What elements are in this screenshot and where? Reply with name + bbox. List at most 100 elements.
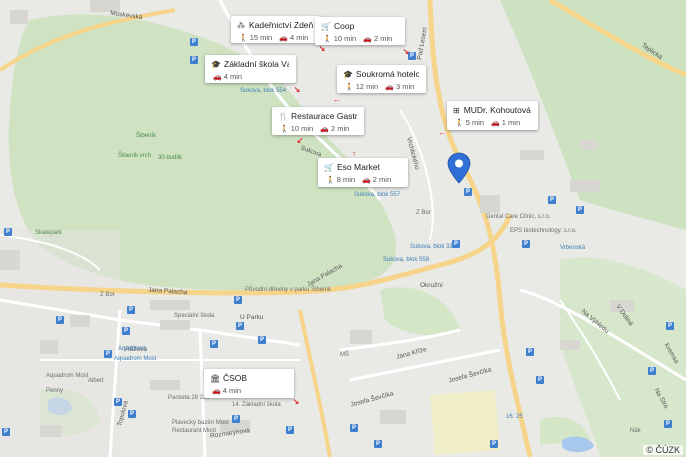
parking-icon: P	[190, 56, 198, 64]
poi-card-kadernictvi[interactable]: ⁂ Kadeřnictví Zdeň… 🚶15 min 🚗4 min	[231, 16, 321, 43]
direction-arrow-icon: ↘	[293, 85, 301, 94]
road-major	[298, 309, 332, 457]
parking-icon: P	[666, 322, 674, 330]
parking-icon: P	[548, 196, 556, 204]
parking-icon: P	[664, 420, 672, 428]
direction-arrow-icon: ←	[333, 95, 341, 104]
parking-icon: P	[232, 415, 240, 423]
walk-icon: 🚶	[326, 177, 335, 184]
poi-label-restaurant-most: Restaurant Most	[172, 428, 217, 434]
poi-label-aquadrom-most: Aquadrom Most	[114, 356, 157, 362]
bus-stop-label: Sukova, blok 554	[240, 88, 287, 94]
parking-icon: P	[490, 440, 498, 448]
poi-label-sibenik-vrch: Šibeník vrch	[118, 153, 152, 159]
drive-time: 1 min	[501, 118, 521, 127]
car-icon: 🚗	[212, 388, 221, 395]
poi-label-ms: MŠ	[340, 352, 349, 358]
bus-stop-label: Sukova, blok 558	[383, 257, 430, 263]
parking-icon: P	[526, 348, 534, 356]
drive-time: 2 min	[372, 175, 392, 184]
direction-arrow-icon: ←	[438, 128, 446, 137]
drive-time: 4 min	[289, 33, 309, 42]
parking-icon: P	[648, 367, 656, 375]
parking-icon: P	[452, 240, 460, 248]
poi-label-zakladni-skola: 14. Základní škola	[232, 402, 281, 408]
parking-icon: P	[4, 228, 12, 236]
drive-time: 4 min	[222, 386, 242, 395]
poi-label-penny: Penny	[46, 388, 64, 394]
school-icon: 🎓	[211, 59, 221, 69]
street-label-u-parku: U Parku	[240, 314, 264, 321]
parking-icon: P	[236, 322, 244, 330]
poi-label-budlik: 30 budlik	[158, 155, 183, 161]
school-icon: 🎓	[343, 69, 353, 79]
poi-card-mudr-kohoutova[interactable]: ⊞MUDr. Kohoutová… 🚶5 min 🚗1 min	[447, 101, 538, 130]
car-icon: 🚗	[320, 126, 329, 133]
walk-icon: 🚶	[345, 84, 354, 91]
poi-label-zbor: Z Bor	[100, 292, 115, 298]
poi-label-skatepark: Skatepark	[35, 230, 63, 236]
poi-card-csob[interactable]: 🏛 ČSOB 🚗 4 min	[204, 369, 294, 398]
parking-icon: P	[536, 376, 544, 384]
poi-label-aquadrom-most-2: Aquadrom Most	[46, 373, 89, 379]
drive-time: 2 min	[373, 34, 393, 43]
direction-arrow-icon: ↑	[352, 149, 356, 158]
car-icon: 🚗	[362, 177, 371, 184]
walk-time: 8 min	[336, 175, 356, 184]
walk-icon: 🚶	[280, 126, 289, 133]
poi-label-dental: Dental Care Clinic, s.r.o.	[486, 214, 551, 220]
cart-icon: 🛒	[321, 21, 331, 31]
poi-name: ČSOB	[223, 373, 248, 383]
parking-icon: P	[2, 428, 10, 436]
car-icon: 🚗	[385, 84, 394, 91]
parking-icon: P	[190, 38, 198, 46]
parking-icon: P	[258, 336, 266, 344]
car-icon: 🚗	[363, 36, 372, 43]
bus-stop-label: Sukova, blok 557	[354, 192, 401, 198]
poi-label-zbor2: Z Bor	[416, 210, 431, 216]
drive-time: 2 min	[330, 124, 350, 133]
car-icon: 🚗	[213, 74, 222, 81]
poi-label-puvodni-dreviny: Původní dřeviny v parku Šibeník	[245, 287, 332, 293]
parking-icon: P	[114, 398, 122, 406]
poi-name: Coop	[334, 21, 355, 31]
walk-icon: 🚶	[239, 35, 248, 42]
drive-time: 3 min	[395, 82, 415, 91]
parking-icon: P	[122, 327, 130, 335]
car-icon: 🚗	[491, 120, 500, 127]
poi-card-eso-market[interactable]: 🛒 Eso Market 🚶 8 min 🚗 2 min	[318, 158, 408, 187]
walk-time: 5 min	[465, 118, 485, 127]
direction-arrow-icon: ↘	[318, 44, 326, 53]
car-icon: 🚗	[279, 35, 288, 42]
poi-label-aquadrom: Aquadrom	[118, 346, 146, 352]
cart-icon: 🛒	[324, 162, 334, 172]
poi-label-plavecky: Plavecký bazén Most	[172, 420, 229, 426]
poi-card-coop[interactable]: 🛒 Coop 🚶 10 min 🚗 2 min	[315, 17, 405, 45]
walk-time: 12 min	[355, 82, 379, 91]
poi-name: Kadeřnictví Zdeň…	[249, 20, 314, 30]
parking-icon: P	[234, 296, 242, 304]
drive-time: 4 min	[223, 72, 243, 81]
green-patch	[380, 287, 460, 336]
poi-name: Základní škola Vá…	[224, 59, 289, 69]
hairdresser-icon: ⁂	[237, 20, 245, 30]
poi-card-soukroma-hotelova[interactable]: 🎓Soukromá hotelo… 🚶12 min 🚗3 min	[337, 65, 426, 93]
poi-card-restaurace-gastro[interactable]: 🍴 Restaurace Gastro 🚶 10 min 🚗 2 min	[272, 107, 364, 135]
map-copyright: © ČÚZK	[643, 445, 683, 455]
bus-stop-label: Sukova, blok 331	[410, 244, 457, 250]
walk-time: 10 min	[290, 124, 314, 133]
poi-label-albert: Albert	[88, 378, 104, 384]
poi-label-specialni-skola: Speciální škola	[174, 313, 215, 319]
poi-label-eps: EPS biotechnology, s.r.o.	[510, 228, 577, 234]
parking-icon: P	[128, 410, 136, 418]
direction-arrow-icon: ↘	[292, 397, 300, 406]
poi-label-vrbenska: Vrbenská	[560, 245, 586, 251]
poi-card-zakladni-skola[interactable]: 🎓Základní škola Vá… 🚗4 min	[205, 55, 296, 83]
poi-label-nak: Nák	[630, 428, 641, 434]
poi-name: Soukromá hotelo…	[356, 69, 419, 79]
walk-time: 15 min	[249, 33, 273, 42]
location-pin-icon[interactable]	[446, 152, 472, 184]
restaurant-icon: 🍴	[278, 111, 288, 121]
map-view[interactable]: Moskevská Pod Lesem Teplická Sukova, blo…	[0, 0, 686, 457]
street-label-okruzni: Okružní	[420, 282, 443, 289]
